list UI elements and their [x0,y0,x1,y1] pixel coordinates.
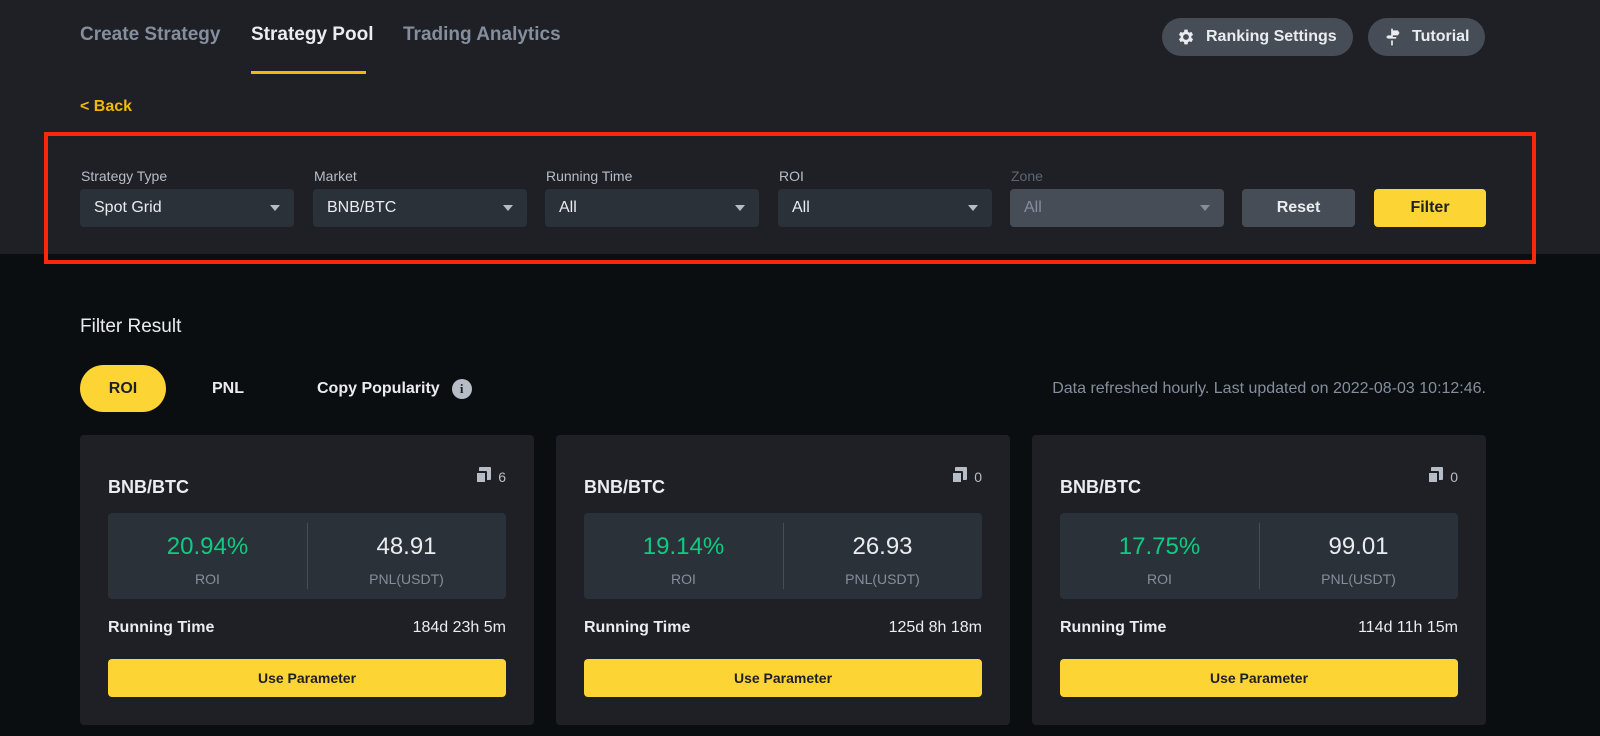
tutorial-button[interactable]: Tutorial [1368,18,1486,56]
copy-count-value: 0 [974,469,982,485]
copy-count: 0 [951,467,982,485]
running-time-value: All [559,199,577,216]
pnl-value: 99.01 [1328,533,1389,560]
strategy-type-select[interactable]: Spot Grid [80,189,294,227]
card-pair: BNB/BTC [1060,477,1141,497]
pnl-stat: 48.91 PNL(USDT) [307,513,506,599]
pnl-stat: 99.01 PNL(USDT) [1259,513,1458,599]
zone-label: Zone [1011,168,1043,184]
ranking-settings-button[interactable]: Ranking Settings [1162,18,1353,56]
roi-stat: 19.14% ROI [584,513,783,599]
caret-down-icon [1200,205,1210,211]
copy-icon [951,467,968,485]
pnl-label: PNL(USDT) [1321,571,1396,587]
running-time-value: 114d 11h 15m [1358,619,1458,636]
copy-popularity-label: Copy Popularity [317,379,440,397]
filter-result-title: Filter Result [80,316,182,337]
gear-icon [1176,27,1196,47]
market-value: BNB/BTC [327,199,397,216]
roi-label: ROI [779,168,804,184]
roi-stat: 17.75% ROI [1060,513,1259,599]
copy-icon [475,467,492,485]
ranking-settings-label: Ranking Settings [1206,28,1337,45]
tab-create-strategy[interactable]: Create Strategy [80,24,220,46]
pnl-value: 48.91 [376,533,437,560]
roi-value: 19.14% [642,533,725,560]
copy-count-value: 6 [498,469,506,485]
use-parameter-button[interactable]: Use Parameter [1060,659,1458,697]
strategy-type-label: Strategy Type [81,168,168,184]
sort-tab-roi[interactable]: ROI [80,365,166,412]
strategy-card: BNB/BTC 0 17.75% ROI 99.01 PNL(USDT) Run… [1032,435,1486,725]
roi-value: 17.75% [1118,533,1201,560]
pnl-label: PNL(USDT) [369,571,444,587]
roi-label: ROI [195,571,220,587]
roi-stat: 20.94% ROI [108,513,307,599]
reset-button[interactable]: Reset [1242,189,1355,227]
pnl-stat: 26.93 PNL(USDT) [783,513,982,599]
zone-select: All [1010,189,1224,227]
active-tab-indicator [251,71,366,74]
use-parameter-button[interactable]: Use Parameter [584,659,982,697]
pnl-label: PNL(USDT) [845,571,920,587]
roi-label: ROI [1147,571,1172,587]
roi-select[interactable]: All [778,189,992,227]
roi-value: 20.94% [166,533,249,560]
roi-value: All [792,199,810,216]
running-time-label: Running Time [584,619,691,636]
market-select[interactable]: BNB/BTC [313,189,527,227]
caret-down-icon [735,205,745,211]
tab-trading-analytics[interactable]: Trading Analytics [403,24,561,46]
running-time-label: Running Time [546,168,633,184]
running-time-value: 125d 8h 18m [888,619,982,636]
signpost-icon [1382,27,1402,47]
tab-strategy-pool[interactable]: Strategy Pool [251,24,373,46]
refresh-note: Data refreshed hourly. Last updated on 2… [1052,380,1486,397]
caret-down-icon [270,205,280,211]
use-parameter-button[interactable]: Use Parameter [108,659,506,697]
copy-count-value: 0 [1450,469,1458,485]
strategy-card: BNB/BTC 6 20.94% ROI 48.91 PNL(USDT) Run… [80,435,534,725]
zone-value: All [1024,199,1042,216]
info-icon[interactable]: i [451,378,472,399]
copy-count: 6 [475,467,506,485]
running-time-label: Running Time [1060,619,1167,636]
stats-panel: 17.75% ROI 99.01 PNL(USDT) [1060,513,1458,599]
pnl-value: 26.93 [852,533,913,560]
running-time-select[interactable]: All [545,189,759,227]
stats-panel: 19.14% ROI 26.93 PNL(USDT) [584,513,982,599]
strategy-type-value: Spot Grid [94,199,162,216]
market-label: Market [314,168,357,184]
copy-count: 0 [1427,467,1458,485]
sort-tab-copy-popularity[interactable]: Copy Popularity i [317,365,472,412]
caret-down-icon [968,205,978,211]
caret-down-icon [503,205,513,211]
card-pair: BNB/BTC [584,477,665,497]
stats-panel: 20.94% ROI 48.91 PNL(USDT) [108,513,506,599]
card-pair: BNB/BTC [108,477,189,497]
running-time-value: 184d 23h 5m [412,619,506,636]
copy-icon [1427,467,1444,485]
tutorial-label: Tutorial [1412,28,1470,45]
back-link[interactable]: < Back [80,98,132,116]
running-time-label: Running Time [108,619,215,636]
strategy-card: BNB/BTC 0 19.14% ROI 26.93 PNL(USDT) Run… [556,435,1010,725]
filter-button[interactable]: Filter [1374,189,1486,227]
roi-label: ROI [671,571,696,587]
sort-tab-pnl[interactable]: PNL [212,365,244,412]
